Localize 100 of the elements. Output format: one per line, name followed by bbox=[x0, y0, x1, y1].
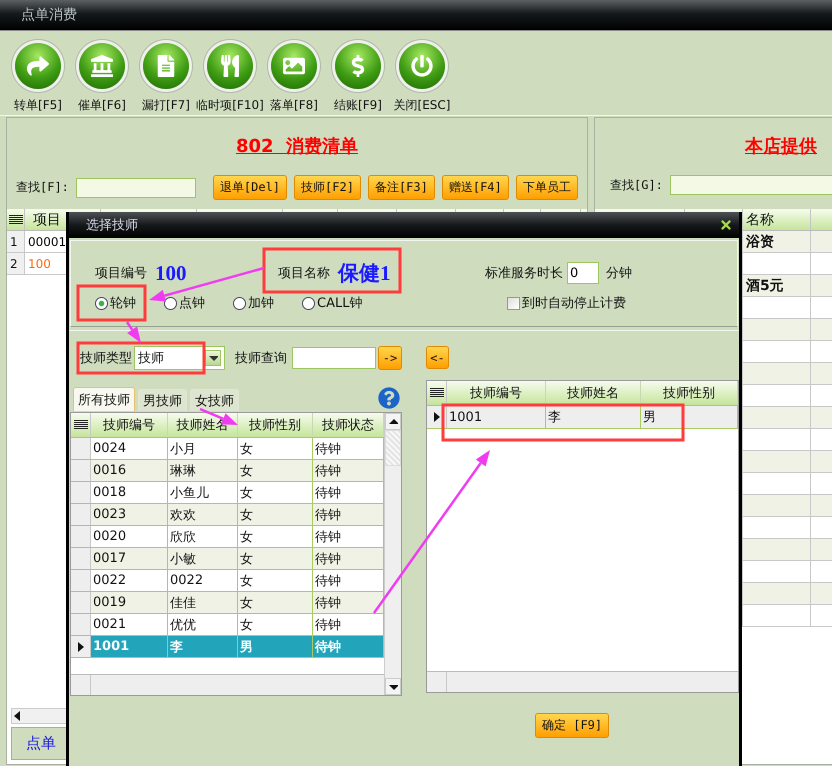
action-button[interactable]: 技师[F2] bbox=[294, 175, 361, 200]
action-button[interactable]: 退单[Del] bbox=[212, 175, 288, 200]
table-cell: 0022 bbox=[170, 573, 204, 588]
table-cell-text: 女 bbox=[240, 440, 253, 458]
current-row-icon bbox=[76, 640, 86, 652]
table-row[interactable]: 0020 欣欣 女 待钟 bbox=[71, 526, 384, 548]
table-cell: 0023 bbox=[93, 507, 126, 522]
table-cell: 0018 bbox=[93, 485, 126, 500]
current-row-icon bbox=[432, 411, 442, 423]
vertical-scrollbar[interactable] bbox=[384, 413, 401, 695]
column-header: 名称 bbox=[746, 210, 774, 228]
table-cell-text: 小月 bbox=[170, 440, 196, 458]
toolbar-button[interactable]: 关闭[ESC] bbox=[390, 39, 454, 115]
table-cell-text: 小鱼儿 bbox=[170, 484, 209, 502]
help-icon[interactable] bbox=[378, 387, 400, 409]
column-header: 技师编号 bbox=[91, 413, 168, 437]
checkbox-option[interactable]: 到时自动停止计费 bbox=[507, 294, 626, 312]
table-cell: 1001 bbox=[449, 410, 482, 424]
table-row[interactable]: 1001 李 男 bbox=[427, 406, 738, 429]
table-cell-text: 佳佳 bbox=[170, 594, 196, 612]
search-label: 查找[F]: bbox=[16, 179, 69, 196]
field-label: 标准服务时长 bbox=[485, 265, 563, 282]
action-button[interactable]: 下单员工 bbox=[516, 175, 578, 200]
table-cell-text: 李 bbox=[548, 409, 561, 426]
type-select[interactable]: 技师 bbox=[134, 346, 225, 370]
table-row[interactable]: 0024 小月 女 待钟 bbox=[71, 438, 384, 460]
radio-option[interactable]: 加钟 bbox=[233, 294, 302, 312]
table-cell-text: 男 bbox=[643, 409, 656, 426]
table-row[interactable]: 0016 琳琳 女 待钟 bbox=[71, 460, 384, 482]
table-cell: 0021 bbox=[93, 617, 126, 632]
column-header: 技师编号 bbox=[447, 381, 546, 405]
table-cell-text: 待钟 bbox=[315, 440, 341, 458]
tab[interactable]: 女技师 bbox=[190, 389, 239, 411]
table-cell: 0016 bbox=[93, 463, 126, 478]
table-row[interactable]: 0017 小敏 女 待钟 bbox=[71, 548, 384, 570]
table-cell-text: 女 bbox=[240, 506, 253, 524]
close-icon[interactable] bbox=[719, 218, 733, 232]
table-cell: 100 bbox=[28, 256, 51, 270]
table-cell-text: 待钟 bbox=[315, 462, 341, 480]
tab[interactable]: 所有技师 bbox=[73, 387, 135, 411]
unit-label: 分钟 bbox=[606, 265, 632, 282]
row-number: 1 bbox=[10, 234, 18, 248]
radio-option[interactable]: CALL钟 bbox=[302, 294, 371, 312]
table-row[interactable]: 0021 优优 女 待钟 bbox=[71, 614, 384, 636]
table-cell: 0017 bbox=[93, 551, 126, 566]
table-cell: 0022 bbox=[93, 573, 126, 588]
table-cell: 0019 bbox=[93, 595, 126, 610]
duration-field[interactable]: 0 bbox=[567, 262, 599, 284]
column-menu-icon bbox=[9, 214, 23, 224]
table-cell: 0020 bbox=[93, 529, 126, 544]
table-cell: 0024 bbox=[93, 441, 126, 456]
table-cell: 浴资 bbox=[746, 232, 774, 250]
radio-option[interactable]: 轮钟 bbox=[95, 294, 164, 312]
table-cell-text: 优优 bbox=[170, 616, 196, 634]
query-field[interactable] bbox=[292, 347, 376, 369]
column-menu-icon bbox=[74, 420, 88, 430]
action-button[interactable]: 备注[F3] bbox=[368, 175, 435, 200]
item-code: 100 bbox=[155, 260, 186, 286]
scrollbar-thumb[interactable] bbox=[385, 430, 401, 466]
table-cell-text: 待钟 bbox=[315, 506, 341, 524]
table-cell-text: 小敏 bbox=[170, 550, 196, 568]
table-row[interactable]: 0019 佳佳 女 待钟 bbox=[71, 592, 384, 614]
action-button[interactable]: 赠送[F4] bbox=[442, 175, 509, 200]
table-cell-text: 女 bbox=[240, 462, 253, 480]
remove-button[interactable]: <- bbox=[426, 346, 449, 369]
add-button[interactable]: -> bbox=[378, 346, 402, 370]
toolbar-button[interactable]: 结账[F9] bbox=[326, 39, 390, 115]
table-cell-text: 待钟 bbox=[315, 484, 341, 502]
table-cell-text: 女 bbox=[240, 528, 253, 546]
table-cell: 1001 bbox=[93, 639, 130, 654]
power-icon bbox=[411, 55, 433, 77]
toolbar-button[interactable]: 催单[F6] bbox=[70, 39, 134, 115]
item-name: 保健1 bbox=[338, 260, 390, 287]
annotation-arrow bbox=[126, 321, 141, 343]
field-label: 技师类型 bbox=[80, 350, 132, 367]
search-field[interactable] bbox=[670, 175, 832, 195]
window-title: 点单消费 bbox=[21, 6, 77, 24]
field-label: 技师查询 bbox=[235, 350, 287, 367]
dialog-title: 选择技师 bbox=[86, 217, 138, 234]
tab[interactable]: 男技师 bbox=[138, 389, 187, 411]
search-label: 查找[G]: bbox=[610, 176, 663, 194]
table-cell-text: 待钟 bbox=[315, 594, 341, 612]
table-cell-text: 待钟 bbox=[315, 616, 341, 634]
toolbar-button[interactable]: 漏打[F7] bbox=[134, 39, 198, 115]
toolbar-button[interactable]: 转单[F5] bbox=[6, 39, 70, 115]
table-cell-text: 琳琳 bbox=[170, 462, 196, 480]
column-header: 项目 bbox=[33, 210, 61, 228]
toolbar-button[interactable]: 落单[F8] bbox=[262, 39, 326, 115]
table-row[interactable]: 0023 欢欢 女 待钟 bbox=[71, 504, 384, 526]
scroll-left-icon bbox=[12, 710, 22, 722]
table-row[interactable]: 0022 0022 女 待钟 bbox=[71, 570, 384, 592]
table-row[interactable]: 0018 小鱼儿 女 待钟 bbox=[71, 482, 384, 504]
table-cell-text: 欢欢 bbox=[170, 506, 196, 524]
column-header: 技师姓名 bbox=[546, 381, 641, 405]
table-cell-text: 待钟 bbox=[315, 528, 341, 546]
confirm-button[interactable]: 确定 [F9] bbox=[535, 713, 610, 738]
table-cell-text: 女 bbox=[240, 616, 253, 634]
toolbar-button[interactable]: 临时项[F10] bbox=[198, 39, 262, 115]
search-field[interactable] bbox=[76, 178, 196, 198]
field-label: 项目名称 bbox=[278, 265, 330, 282]
